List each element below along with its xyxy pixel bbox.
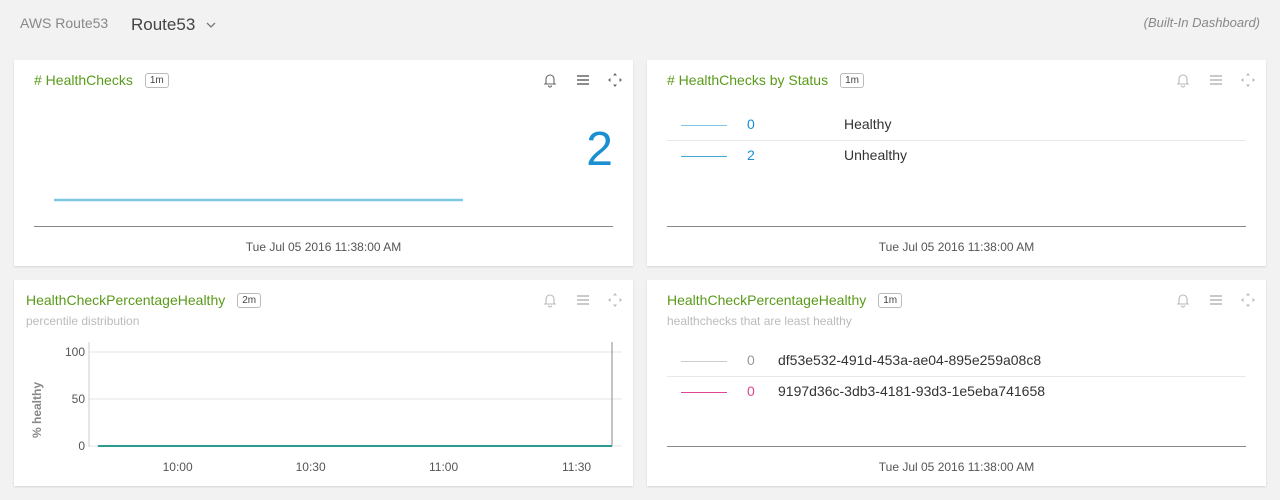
dashboard-name: Route53 (131, 15, 196, 34)
sparkline (54, 198, 463, 202)
row-label: df53e532-491d-453a-ae04-895e259a08c8 (778, 352, 1042, 368)
move-icon[interactable] (1240, 292, 1256, 308)
interval-badge[interactable]: 1m (840, 73, 864, 88)
panel-healthchecks: # HealthChecks 1m 2 Tue Jul 05 2016 11:38… (14, 60, 633, 266)
series-swatch (681, 125, 727, 126)
menu-icon[interactable] (1208, 292, 1224, 308)
y-tick-label: 100 (65, 345, 85, 359)
row-value: 2 (747, 147, 755, 163)
panel-percentage-healthy-chart: HealthCheckPercentageHealthy 2m percentil… (14, 280, 633, 486)
top-bar: AWS Route53 Route53 (Built-In Dashboard) (0, 0, 1280, 46)
axis-line (34, 226, 613, 227)
list-item: 0 df53e532-491d-453a-ae04-895e259a08c8 (667, 346, 1246, 377)
list-item: 2 Unhealthy (667, 141, 1246, 171)
bell-icon[interactable] (1175, 292, 1191, 308)
menu-icon[interactable] (1208, 72, 1224, 88)
series-swatch (681, 361, 727, 362)
panel-title: HealthCheckPercentageHealthy 1m (667, 292, 903, 308)
panel-title: # HealthChecks by Status 1m (667, 72, 864, 88)
panel-least-healthy: HealthCheckPercentageHealthy 1m healthche… (647, 280, 1266, 486)
panel-subtitle: healthchecks that are least healthy (667, 314, 852, 328)
list-item: 0 Healthy (667, 110, 1246, 141)
panel-healthchecks-by-status: # HealthChecks by Status 1m 0 Healthy 2 U… (647, 60, 1266, 266)
x-tick-label: 10:00 (163, 460, 193, 474)
timestamp: Tue Jul 05 2016 11:38:00 AM (878, 460, 1035, 474)
x-tick-label: 11:30 (562, 460, 591, 474)
row-label: Healthy (844, 116, 892, 132)
move-icon[interactable] (1240, 72, 1256, 88)
panel-toolbar (1163, 292, 1256, 308)
panel-title-text: HealthCheckPercentageHealthy (667, 292, 867, 308)
series-swatch (681, 156, 727, 157)
interval-badge[interactable]: 1m (878, 293, 903, 308)
row-label: Unhealthy (844, 147, 908, 163)
series-swatch (681, 392, 727, 393)
bell-icon[interactable] (1175, 72, 1191, 88)
builtin-dashboard-label: (Built-In Dashboard) (1143, 15, 1260, 30)
dashboard-selector[interactable]: Route53 (131, 13, 216, 35)
row-label: 9197d36c-3db3-4181-93d3-1e5eba741658 (778, 383, 1046, 399)
panel-title-text: # HealthChecks by Status (667, 72, 829, 88)
brand-label: AWS Route53 (20, 15, 109, 31)
panel-toolbar (1163, 72, 1256, 88)
row-value: 0 (747, 383, 755, 399)
axis-line (667, 446, 1246, 447)
axis-line (667, 226, 1246, 227)
x-tick-label: 10:30 (296, 460, 326, 474)
list-item: 0 9197d36c-3db3-4181-93d3-1e5eba741658 (667, 377, 1246, 407)
timestamp: Tue Jul 05 2016 11:38:00 AM (245, 240, 402, 254)
row-value: 0 (747, 352, 755, 368)
line-chart: 0 50 100 10:00 10:30 11:00 11:30 (65, 342, 622, 474)
y-tick-label: 0 (78, 439, 85, 453)
chevron-down-icon (206, 13, 216, 33)
timestamp: Tue Jul 05 2016 11:38:00 AM (878, 240, 1035, 254)
y-tick-label: 50 (72, 392, 86, 406)
row-value: 0 (747, 116, 755, 132)
x-tick-label: 11:00 (429, 460, 458, 474)
